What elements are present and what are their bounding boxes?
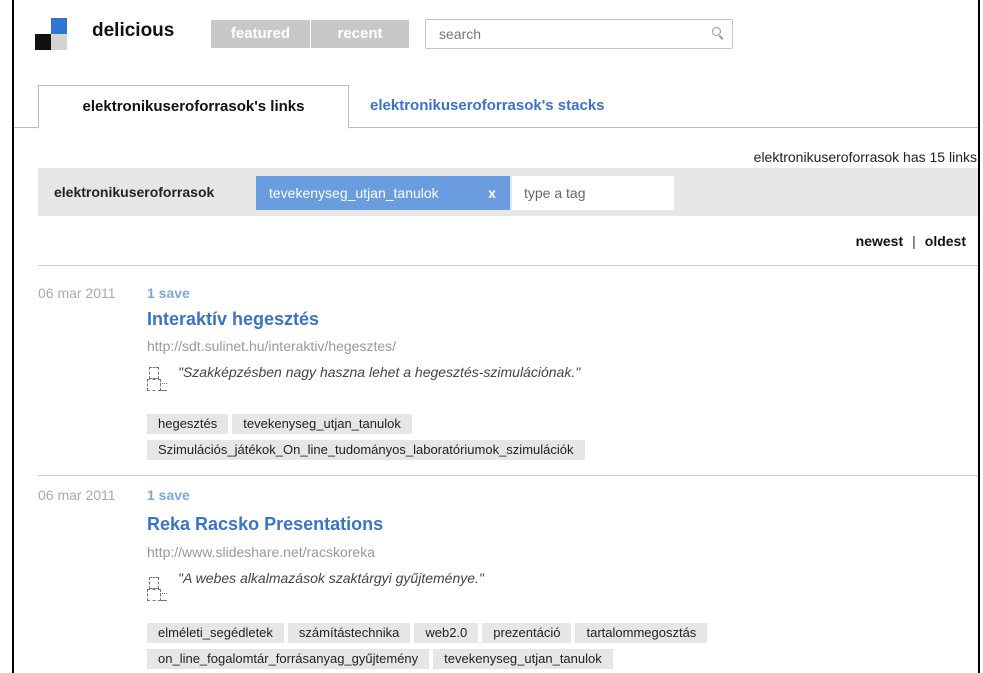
active-tag-filter[interactable]: tevekenyseg_utjan_tanulok x bbox=[256, 176, 510, 210]
tag-item[interactable]: hegesztés bbox=[147, 414, 229, 434]
nav-featured-button[interactable]: featured bbox=[211, 20, 310, 48]
entry-saves-link[interactable]: 1 save bbox=[147, 487, 190, 503]
sort-oldest-link[interactable]: oldest bbox=[925, 233, 966, 249]
entry-url[interactable]: http://sdt.sulinet.hu/interaktiv/hegeszt… bbox=[147, 338, 396, 354]
tab-links[interactable]: elektronikuseroforrasok's links bbox=[38, 85, 349, 129]
sort-controls: newest | oldest bbox=[856, 233, 966, 249]
page-frame: delicious featured recent elektronikuser… bbox=[12, 0, 980, 673]
entry-date: 06 mar 2011 bbox=[38, 487, 116, 503]
entry-date: 06 mar 2011 bbox=[38, 285, 116, 301]
entry-note: "A webes alkalmazások szaktárgyi gyűjtem… bbox=[178, 570, 484, 586]
entry-title-link[interactable]: Interaktív hegesztés bbox=[147, 309, 319, 330]
tag-input-box[interactable] bbox=[512, 176, 674, 210]
entry-tags: hegesztés tevekenyseg_utjan_tanulok Szimu… bbox=[147, 414, 907, 466]
tag-item[interactable]: elméleti_segédletek bbox=[147, 623, 284, 643]
tag-item[interactable]: tevekenyseg_utjan_tanulok bbox=[433, 649, 613, 669]
tag-item[interactable]: prezentáció bbox=[482, 623, 572, 643]
nav-recent-button[interactable]: recent bbox=[311, 20, 409, 48]
list-divider bbox=[38, 475, 978, 476]
entry-url[interactable]: http://www.slideshare.net/racskoreka bbox=[147, 544, 375, 560]
entry-note: "Szakképzésben nagy haszna lehet a heges… bbox=[178, 364, 581, 380]
tag-filter-bar: elektronikuseroforrasok tevekenyseg_utja… bbox=[38, 168, 978, 216]
remove-tag-button[interactable]: x bbox=[488, 176, 496, 210]
delicious-logo-icon[interactable] bbox=[35, 18, 67, 50]
search-icon[interactable] bbox=[712, 27, 722, 37]
link-count: elektronikuseroforrasok has 15 links bbox=[753, 149, 977, 165]
tab-stacks[interactable]: elektronikuseroforrasok's stacks bbox=[370, 85, 605, 127]
entry-title-link[interactable]: Reka Racsko Presentations bbox=[147, 514, 383, 535]
thumbnail-placeholder-icon bbox=[147, 365, 167, 391]
thumbnail-placeholder-icon bbox=[147, 575, 167, 601]
tag-item[interactable]: tevekenyseg_utjan_tanulok bbox=[232, 414, 412, 434]
search-input[interactable] bbox=[437, 25, 701, 43]
user-filter[interactable]: elektronikuseroforrasok bbox=[54, 168, 214, 216]
tag-item[interactable]: Szimulációs_játékok_On_line_tudományos_l… bbox=[147, 440, 585, 460]
tag-item[interactable]: web2.0 bbox=[414, 623, 479, 643]
tag-input[interactable] bbox=[522, 184, 666, 202]
search-box[interactable] bbox=[425, 19, 733, 49]
sort-separator: | bbox=[912, 233, 916, 249]
tag-item[interactable]: on_line_fogalomtár_forrásanyag_gyűjtemén… bbox=[147, 649, 430, 669]
brand-name[interactable]: delicious bbox=[92, 20, 174, 42]
active-tag-label: tevekenyseg_utjan_tanulok bbox=[269, 185, 439, 201]
tag-item[interactable]: tartalommegosztás bbox=[575, 623, 708, 643]
sort-newest-link[interactable]: newest bbox=[856, 233, 903, 249]
entry-saves-link[interactable]: 1 save bbox=[147, 285, 190, 301]
list-divider bbox=[38, 265, 978, 266]
tag-item[interactable]: számítástechnika bbox=[287, 623, 411, 643]
entry-tags: elméleti_segédletek számítástechnika web2.… bbox=[147, 623, 907, 673]
